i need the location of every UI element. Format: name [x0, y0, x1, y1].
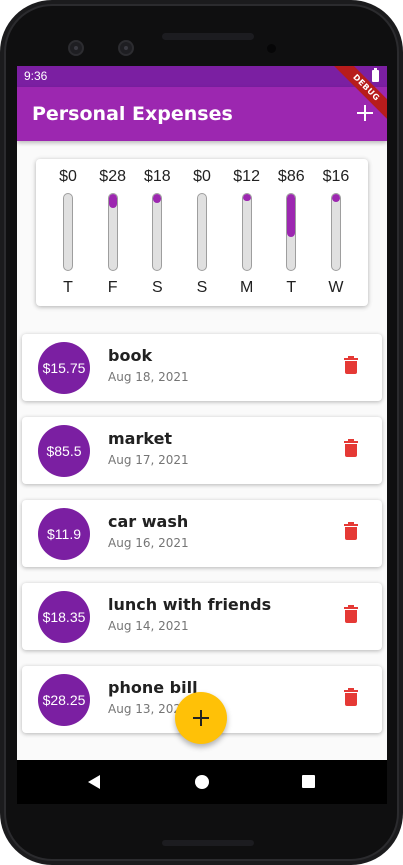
bar-fill — [287, 194, 296, 237]
day-label: S — [151, 279, 163, 296]
weekly-chart: $0 T $28 F $18 S $0 S $12 M $86 T $16 W — [36, 159, 368, 306]
chart-day-column: $28 F — [93, 159, 133, 306]
amount-avatar: $11.9 — [38, 508, 90, 560]
chart-day-column: $0 T — [48, 159, 88, 306]
day-label: M — [239, 279, 254, 296]
bar-fill — [108, 194, 117, 209]
chart-day-column: $86 T — [271, 159, 311, 306]
day-label: F — [107, 279, 118, 296]
transaction-title: market — [108, 429, 173, 448]
bar-track — [196, 193, 207, 271]
battery-icon — [372, 68, 379, 82]
day-amount: $0 — [193, 168, 211, 185]
transaction-card: $11.9 car wash Aug 16, 2021 — [22, 500, 382, 567]
earpiece-speaker — [162, 33, 254, 40]
chart-day-column: $18 S — [137, 159, 177, 306]
day-label: T — [63, 279, 73, 296]
day-amount: $12 — [233, 168, 260, 185]
proximity-sensor — [267, 44, 276, 53]
day-label: T — [286, 279, 297, 296]
chart-day-column: $12 M — [227, 159, 267, 306]
transaction-card: $18.35 lunch with friends Aug 14, 2021 — [22, 583, 382, 650]
transaction-title: book — [108, 346, 153, 365]
chart-day-column: $0 S — [182, 159, 222, 306]
trash-body — [345, 361, 357, 374]
bar-fill — [242, 194, 251, 201]
trash-body — [345, 693, 357, 706]
delete-icon[interactable] — [338, 520, 364, 546]
transaction-title: lunch with friends — [108, 595, 272, 614]
transaction-title: car wash — [108, 512, 189, 531]
day-label: W — [328, 279, 344, 296]
transaction-date: Aug 18, 2021 — [108, 370, 189, 384]
system-nav-bar — [17, 760, 387, 804]
amount-avatar: $28.25 — [38, 674, 90, 726]
bar-track — [63, 193, 73, 271]
trash-body — [345, 610, 357, 623]
add-transaction-fab[interactable] — [175, 692, 227, 744]
bar-track — [107, 193, 118, 271]
bar-fill — [153, 194, 162, 204]
day-label: S — [196, 279, 208, 296]
phone-frame: 9:36 Personal Expenses DEBUG $0 T $28 F $18 S… — [0, 0, 403, 865]
back-icon[interactable] — [88, 775, 100, 789]
camera-icon — [68, 40, 84, 56]
bar-track — [286, 193, 297, 271]
trash-lid — [344, 607, 358, 609]
transaction-title: phone bill — [108, 678, 198, 697]
transaction-date: Aug 14, 2021 — [108, 619, 189, 633]
bottom-speaker — [162, 840, 254, 846]
chart-day-column: $16 W — [316, 159, 356, 306]
trash-lid — [344, 524, 358, 526]
plus-icon — [357, 105, 373, 121]
camera-icon — [118, 40, 134, 56]
transaction-card: $85.5 market Aug 17, 2021 — [22, 417, 382, 484]
day-amount: $0 — [59, 168, 77, 185]
day-amount: $28 — [99, 168, 126, 185]
transaction-date: Aug 16, 2021 — [108, 536, 189, 550]
app-screen: 9:36 Personal Expenses DEBUG $0 T $28 F $18 S… — [17, 66, 387, 804]
day-amount: $16 — [322, 168, 350, 185]
home-icon[interactable] — [195, 775, 209, 789]
trash-body — [345, 527, 357, 540]
app-bar: Personal Expenses — [17, 87, 387, 141]
transaction-card: $15.75 book Aug 18, 2021 — [22, 334, 382, 401]
trash-lid — [344, 690, 358, 692]
delete-icon[interactable] — [338, 686, 364, 712]
amount-avatar: $15.75 — [38, 342, 90, 394]
delete-icon[interactable] — [338, 437, 364, 463]
recents-icon[interactable] — [302, 775, 315, 788]
bar-track — [152, 193, 163, 271]
day-amount: $86 — [277, 168, 305, 185]
trash-lid — [344, 441, 358, 443]
status-bar: 9:36 — [17, 66, 387, 87]
amount-avatar: $85.5 — [38, 425, 90, 477]
trash-lid — [344, 358, 358, 360]
app-title: Personal Expenses — [32, 103, 233, 125]
transaction-date: Aug 17, 2021 — [108, 453, 189, 467]
status-time: 9:36 — [24, 69, 48, 83]
delete-icon[interactable] — [338, 603, 364, 629]
bar-fill — [331, 194, 340, 202]
chart-bars: $0 T $28 F $18 S $0 S $12 M $86 T $16 W — [48, 159, 356, 306]
bar-track — [330, 193, 341, 271]
amount-avatar: $18.35 — [38, 591, 90, 643]
bar-track — [241, 193, 252, 271]
trash-body — [345, 444, 357, 457]
plus-icon — [193, 710, 209, 726]
day-amount: $18 — [143, 168, 171, 185]
delete-icon[interactable] — [338, 354, 364, 380]
